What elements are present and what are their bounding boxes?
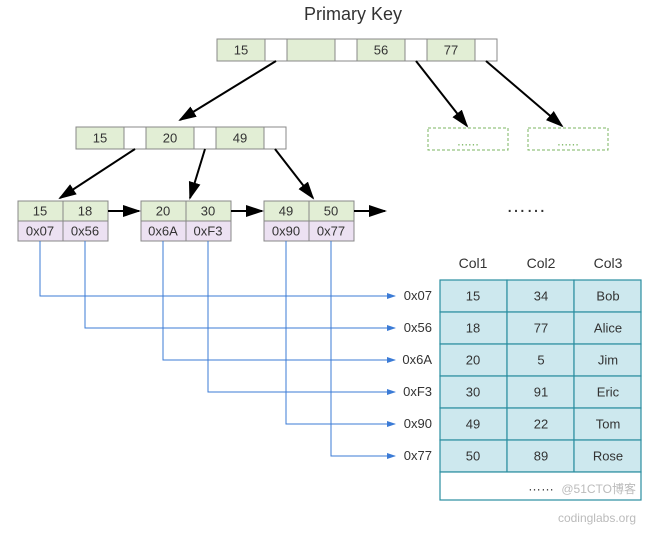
arrow-l1-leaf2 [275,149,313,198]
svg-text:0x90: 0x90 [272,223,300,238]
table-row: 30 91 Eric [440,376,641,408]
svg-text:50: 50 [324,203,338,218]
svg-text:20: 20 [156,203,170,218]
root-node: 15 56 77 [217,39,497,61]
table-footer-label: …… [528,478,554,493]
root-key-2: 77 [444,42,458,57]
arrow-l1-leaf1 [190,149,205,198]
svg-text:15: 15 [33,203,47,218]
table-row: 18 77 Alice [440,312,641,344]
svg-text:49: 49 [279,203,293,218]
svg-text:0x07: 0x07 [26,223,54,238]
watermark-1: @51CTO博客 [561,481,636,496]
svg-text:0x6A: 0x6A [148,223,178,238]
level1-node: 15 20 49 [76,127,286,149]
l1-key-1: 20 [163,130,177,145]
svg-text:5: 5 [537,352,544,367]
table-row: 50 89 Rose [440,440,641,472]
pointer-lines [40,241,395,456]
col-header-0: Col1 [459,255,488,271]
svg-text:Alice: Alice [594,320,622,335]
l1-key-0: 15 [93,130,107,145]
svg-text:Eric: Eric [597,384,620,399]
arrow-root-c0 [180,61,276,120]
svg-text:Bob: Bob [596,288,619,303]
dashed-label-1: ...... [557,133,579,148]
svg-text:30: 30 [466,384,480,399]
addr-5: 0x77 [404,448,432,463]
svg-text:30: 30 [201,203,215,218]
arrow-root-c2 [486,61,562,126]
svg-text:50: 50 [466,448,480,463]
btree-diagram: Primary Key 15 56 77 15 20 49 ...... ...… [0,0,664,534]
root-key-1: 56 [374,42,388,57]
addr-2: 0x6A [402,352,432,367]
addr-3: 0xF3 [403,384,432,399]
leaf-ellipsis: …… [506,195,546,217]
l1-key-2: 49 [233,130,247,145]
svg-text:0x56: 0x56 [71,223,99,238]
table-row: 15 34 Bob [440,280,641,312]
svg-text:34: 34 [534,288,548,303]
svg-text:77: 77 [534,320,548,335]
addr-0: 0x07 [404,288,432,303]
arrow-root-c1 [416,61,467,126]
svg-text:Rose: Rose [593,448,623,463]
table-row: 49 22 Tom [440,408,641,440]
svg-text:0xF3: 0xF3 [194,223,223,238]
page-title: Primary Key [304,4,402,24]
svg-text:22: 22 [534,416,548,431]
svg-text:15: 15 [466,288,480,303]
dashed-label-0: ...... [457,133,479,148]
leaf-0: 15 18 0x07 0x56 [18,201,108,241]
root-key-0: 15 [234,42,248,57]
svg-text:18: 18 [466,320,480,335]
col-header-1: Col2 [527,255,556,271]
col-header-2: Col3 [594,255,623,271]
addr-4: 0x90 [404,416,432,431]
svg-text:89: 89 [534,448,548,463]
watermark-2: codinglabs.org [558,511,636,525]
table-row: 20 5 Jim [440,344,641,376]
svg-text:18: 18 [78,203,92,218]
svg-text:20: 20 [466,352,480,367]
svg-text:49: 49 [466,416,480,431]
svg-text:0x77: 0x77 [317,223,345,238]
svg-text:Tom: Tom [596,416,621,431]
svg-text:91: 91 [534,384,548,399]
leaf-2: 49 50 0x90 0x77 [264,201,354,241]
leaf-1: 20 30 0x6A 0xF3 [141,201,231,241]
data-table: 15 34 Bob 18 77 Alice 20 5 Jim 30 91 Eric 49 22 To… [440,280,641,500]
addr-1: 0x56 [404,320,432,335]
svg-text:Jim: Jim [598,352,618,367]
arrow-l1-leaf0 [60,149,135,198]
